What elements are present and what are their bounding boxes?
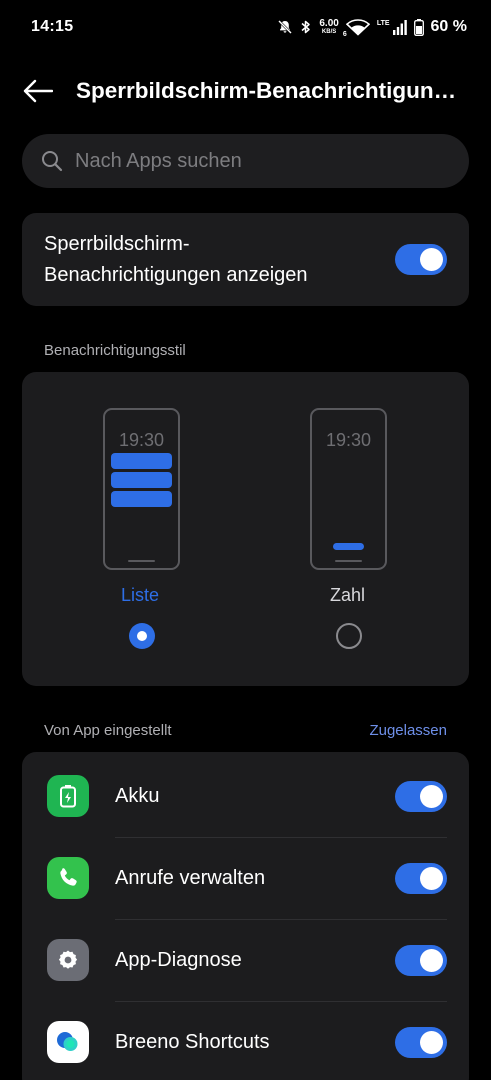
status-bar: 14:15 6.00 KB/S 6 LTE 60 %	[0, 0, 491, 54]
preview-home-indicator	[128, 560, 155, 562]
wifi-badge: 6	[342, 30, 347, 38]
search-input[interactable]	[75, 149, 435, 173]
style-option-count-label: Zahl	[330, 585, 366, 605]
label-line-1: Sperrbildschirm-	[44, 232, 190, 255]
preview-notification-bar	[111, 472, 172, 488]
back-arrow-icon	[23, 79, 53, 103]
label-line-2: Benachrichtigungen anzeigen	[44, 263, 308, 286]
app-toggle-app-diagnose[interactable]	[395, 944, 447, 976]
style-option-list-radio[interactable]	[129, 623, 155, 649]
status-time: 14:15	[31, 18, 74, 35]
screen: 14:15 6.00 KB/S 6 LTE 60 % Sperrbildschi…	[0, 0, 491, 1080]
breeno-app-icon	[47, 1021, 89, 1063]
toggle-knob	[420, 248, 443, 271]
preview-clock: 19:30	[118, 430, 165, 450]
cell-type: LTE	[376, 20, 390, 27]
battery-app-icon	[47, 775, 89, 817]
app-row-app-diagnose[interactable]: App-Diagnose	[22, 919, 469, 1001]
bluetooth-icon	[300, 19, 312, 35]
app-row-breeno-shortcuts[interactable]: Breeno Shortcuts	[22, 1001, 469, 1080]
style-option-count[interactable]: 19:30 Zahl	[249, 372, 449, 686]
list-preview-phone: 19:30	[103, 408, 180, 570]
preview-clock: 19:30	[325, 430, 372, 450]
app-name: Akku	[115, 784, 160, 807]
app-name: App-Diagnose	[115, 948, 242, 971]
preview-notification-bar	[111, 491, 172, 507]
apps-section-heading: Von App eingestellt	[44, 722, 172, 739]
battery-icon	[413, 18, 424, 36]
notification-style-heading: Benachrichtigungsstil	[44, 342, 186, 359]
toggle-knob	[420, 948, 443, 972]
show-lockscreen-notifications-toggle[interactable]	[395, 244, 447, 275]
style-option-list-label: Liste	[121, 585, 160, 605]
network-speed-value: 6.00	[319, 18, 339, 29]
app-toggle-anrufe-verwalten[interactable]	[395, 862, 447, 894]
settings-gear-app-icon	[47, 939, 89, 981]
show-lockscreen-notifications-label: Sperrbildschirm- Benachrichtigungen anze…	[44, 229, 364, 291]
wifi-icon: 6	[342, 18, 370, 38]
search-icon	[41, 150, 63, 172]
count-preview-phone: 19:30	[310, 408, 387, 570]
network-speed: 6.00 KB/S	[319, 18, 339, 36]
notification-style-card: 19:30 Liste 19:30 Zahl	[22, 372, 469, 686]
style-option-list[interactable]: 19:30 Liste	[42, 372, 242, 686]
app-toggle-akku[interactable]	[395, 780, 447, 812]
preview-count-pill	[333, 543, 364, 550]
toggle-knob	[420, 784, 443, 808]
app-name: Anrufe verwalten	[115, 866, 266, 889]
app-bar: Sperrbildschirm-Benachrichtigungen	[0, 60, 491, 122]
preview-notification-bar	[111, 453, 172, 469]
allowed-filter-link[interactable]: Zugelassen	[369, 722, 447, 739]
toggle-knob	[420, 1030, 443, 1054]
status-icons: 6.00 KB/S 6 LTE 60 %	[277, 18, 467, 38]
phone-app-icon	[47, 857, 89, 899]
style-option-count-radio[interactable]	[336, 623, 362, 649]
app-toggle-breeno-shortcuts[interactable]	[395, 1026, 447, 1058]
cellular-signal-icon	[392, 19, 407, 35]
app-row-anrufe-verwalten[interactable]: Anrufe verwalten	[22, 837, 469, 919]
search-bar[interactable]	[22, 134, 469, 188]
app-row-akku[interactable]: Akku	[22, 755, 469, 837]
app-name: Breeno Shortcuts	[115, 1030, 270, 1053]
battery-percent: 60 %	[430, 18, 467, 35]
preview-home-indicator	[335, 560, 362, 562]
toggle-knob	[420, 866, 443, 890]
back-button[interactable]	[0, 60, 76, 122]
show-lockscreen-notifications-card[interactable]: Sperrbildschirm- Benachrichtigungen anze…	[22, 213, 469, 306]
apps-list-card: Akku Anrufe verwalten App-Diagnose Breen…	[22, 752, 469, 1080]
mute-icon	[277, 19, 293, 35]
network-speed-unit: KB/S	[321, 29, 337, 35]
page-title: Sperrbildschirm-Benachrichtigungen	[76, 78, 460, 103]
